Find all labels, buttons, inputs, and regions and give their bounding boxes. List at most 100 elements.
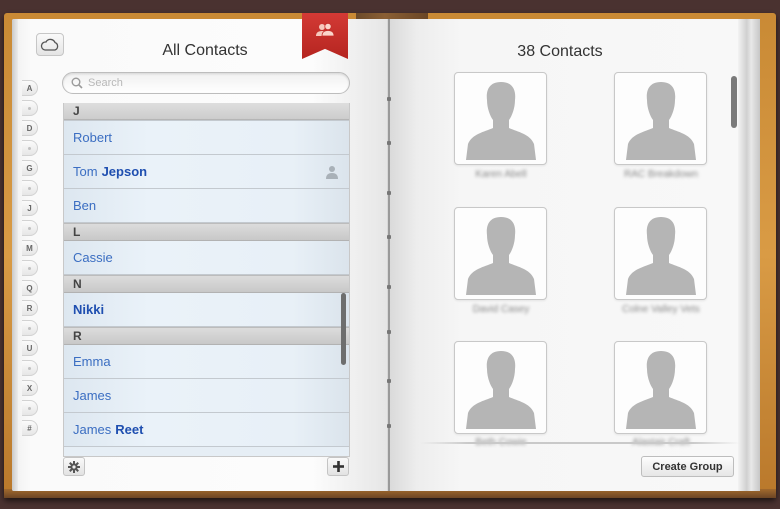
search-input[interactable] xyxy=(88,77,328,89)
contact-row[interactable]: Ben xyxy=(64,189,349,223)
settings-button[interactable] xyxy=(63,457,85,476)
stitch xyxy=(387,191,391,195)
index-dot xyxy=(28,366,31,370)
index-letter-label: U xyxy=(26,343,33,353)
stitch xyxy=(387,235,391,239)
index-letter[interactable]: X xyxy=(22,380,38,396)
index-dot xyxy=(28,326,31,330)
index-letter-label: G xyxy=(26,163,33,173)
contact-last-name: Jepson xyxy=(101,164,148,179)
plus-icon xyxy=(332,461,344,472)
alphabet-index: A D G J M Q R U X # xyxy=(22,80,38,440)
index-dot-item[interactable] xyxy=(22,220,38,236)
contact-row[interactable]: Nikki xyxy=(64,293,349,327)
index-letter-label: # xyxy=(27,423,32,433)
index-dot xyxy=(28,226,31,230)
search-icon xyxy=(71,77,83,89)
grid-divider xyxy=(420,442,740,444)
contact-first-name: Ben xyxy=(73,198,97,213)
index-dot xyxy=(28,186,31,190)
section-header: R xyxy=(64,327,349,345)
contact-card[interactable] xyxy=(454,207,547,300)
index-dot-item[interactable] xyxy=(22,320,38,336)
index-dot-item[interactable] xyxy=(22,400,38,416)
index-letter[interactable]: R xyxy=(22,300,38,316)
index-letter-label: J xyxy=(27,203,32,213)
index-letter-label: Q xyxy=(26,283,33,293)
index-dot xyxy=(28,406,31,410)
stitch xyxy=(387,379,391,383)
index-dot-item[interactable] xyxy=(22,180,38,196)
search-field[interactable] xyxy=(62,72,350,94)
contact-first-name: Emma xyxy=(73,354,111,369)
page-spine-line xyxy=(388,19,390,491)
index-letter[interactable]: # xyxy=(22,420,38,436)
avatar-placeholder-icon xyxy=(465,351,536,429)
cloud-icon xyxy=(40,38,59,51)
contact-card[interactable] xyxy=(614,207,707,300)
index-letter-label: D xyxy=(26,123,33,133)
avatar-placeholder-icon xyxy=(625,351,696,429)
list-scrollbar[interactable] xyxy=(341,293,346,365)
section-header-sticky: J xyxy=(64,103,349,120)
contact-row[interactable]: Cassie xyxy=(64,241,349,275)
contact-row[interactable]: James Reet xyxy=(64,413,349,447)
section-header: L xyxy=(64,223,349,241)
contact-last-name: Reet xyxy=(115,422,144,437)
index-letter[interactable]: G xyxy=(22,160,38,176)
contact-first-name: Robert xyxy=(73,130,113,145)
index-letter[interactable]: M xyxy=(22,240,38,256)
index-letter-label: M xyxy=(26,243,33,253)
stitch xyxy=(387,97,391,101)
stitch xyxy=(387,141,391,145)
index-dot xyxy=(28,266,31,270)
index-dot xyxy=(28,146,31,150)
index-letter[interactable]: Q xyxy=(22,280,38,296)
contact-list[interactable]: J RobJamesRobertTomJepsonBenLCassieNNikk… xyxy=(63,103,350,457)
index-letter-label: A xyxy=(26,83,33,93)
contact-row[interactable]: Tom Jepson xyxy=(64,155,349,189)
index-dot-item[interactable] xyxy=(22,140,38,156)
contact-card-name: Colne Valley Vets xyxy=(622,304,700,315)
avatar-placeholder-icon xyxy=(465,82,536,160)
contact-row[interactable]: Emma xyxy=(64,345,349,379)
index-letter[interactable]: U xyxy=(22,340,38,356)
index-dot xyxy=(28,106,31,110)
grid-scrollbar[interactable] xyxy=(731,76,737,128)
contact-card[interactable] xyxy=(614,341,707,434)
stitch xyxy=(387,285,391,289)
gear-icon xyxy=(68,460,80,473)
index-letter[interactable]: A xyxy=(22,80,38,96)
index-letter-label: X xyxy=(26,383,33,393)
contact-card-name: David Casey xyxy=(472,304,530,315)
contact-first-name: Tom xyxy=(73,164,98,179)
avatar-placeholder-icon xyxy=(625,217,696,295)
index-letter[interactable]: D xyxy=(22,120,38,136)
contact-card[interactable] xyxy=(454,72,547,165)
avatar-placeholder-icon xyxy=(465,217,536,295)
contact-row[interactable]: James xyxy=(64,379,349,413)
contact-card-name: RAC Breakdown xyxy=(624,169,698,180)
contact-row[interactable]: Robert xyxy=(64,121,349,155)
contact-card[interactable] xyxy=(614,72,707,165)
contact-first-name: Cassie xyxy=(73,250,113,265)
avatar-placeholder-icon xyxy=(625,82,696,160)
contact-card[interactable] xyxy=(454,341,547,434)
index-dot-item[interactable] xyxy=(22,360,38,376)
section-header: N xyxy=(64,275,349,293)
create-group-button[interactable]: Create Group xyxy=(641,456,734,477)
index-letter[interactable]: J xyxy=(22,200,38,216)
index-dot-item[interactable] xyxy=(22,100,38,116)
contacts-count-title: 38 Contacts xyxy=(517,43,603,60)
index-dot-item[interactable] xyxy=(22,260,38,276)
stitch xyxy=(387,424,391,428)
contact-first-name: James xyxy=(73,422,112,437)
add-contact-button[interactable] xyxy=(327,457,349,476)
my-card-icon xyxy=(325,165,339,182)
contact-last-name: Nikki xyxy=(73,302,105,317)
contact-first-name: James xyxy=(73,388,112,403)
contact-card-name: Karen Abell xyxy=(475,169,527,180)
index-letter-label: R xyxy=(26,303,33,313)
groups-icon xyxy=(316,23,335,37)
stitch xyxy=(387,330,391,334)
